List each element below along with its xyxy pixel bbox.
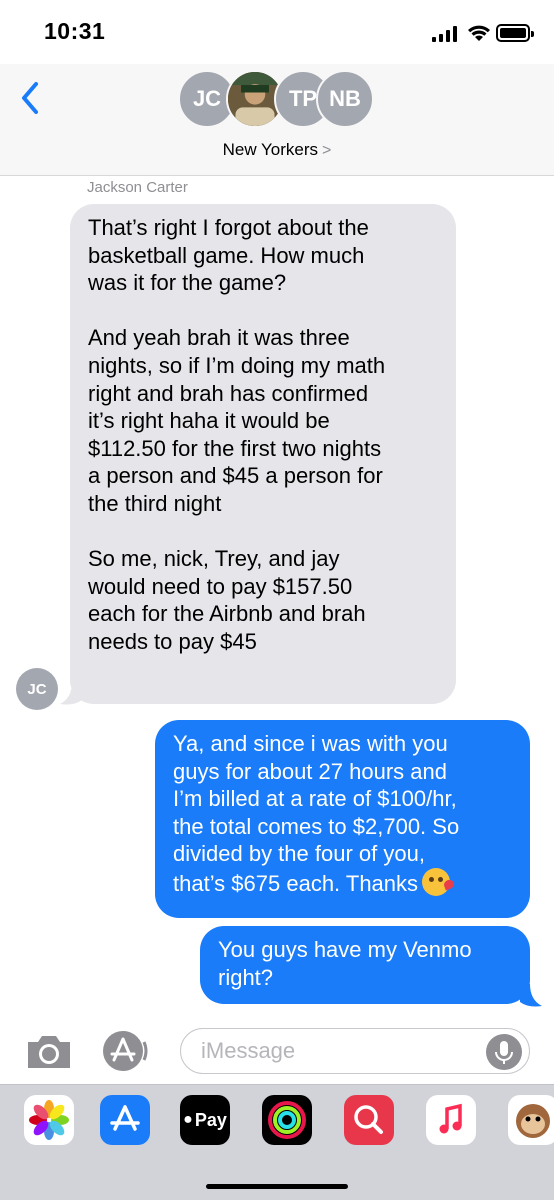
message-text: That’s right I forgot about the basketba… [88,215,386,654]
chevron-right-icon: > [322,142,332,159]
search-images-icon[interactable] [344,1095,394,1145]
conversation-header: JC TP NB New Yorkers > [0,64,554,176]
bubble-tail [60,682,82,705]
app-store-button-icon[interactable] [100,1028,150,1074]
incoming-message-bubble[interactable]: That’s right I forgot about the basketba… [70,204,456,704]
cellular-signal-icon [432,26,458,42]
bubble-tail [520,984,542,1007]
photos-icon[interactable] [24,1095,74,1145]
avatar: NB [316,70,374,128]
battery-icon [496,24,534,42]
sender-name: Jackson Carter [87,179,188,196]
animoji-monkey-icon[interactable] [508,1095,554,1145]
status-time: 10:31 [44,18,106,44]
home-indicator[interactable] [206,1184,348,1189]
outgoing-message-bubble[interactable]: Ya, and since i was with you guys for ab… [155,720,530,918]
group-name[interactable]: New Yorkers > [0,140,554,160]
music-icon[interactable] [426,1095,476,1145]
kissing-face-emoji-icon [422,867,451,896]
message-text: You guys have my Venmo right? [218,937,472,990]
app-store-icon[interactable] [100,1095,150,1145]
apple-pay-label: Pay [194,1109,227,1130]
sender-avatar[interactable]: JC [16,668,58,710]
back-chevron-icon[interactable] [16,78,46,118]
group-avatars[interactable]: JC TP NB [178,70,378,130]
microphone-icon[interactable] [486,1034,522,1070]
activity-icon[interactable] [262,1095,312,1145]
outgoing-message-bubble[interactable]: You guys have my Venmo right? [200,926,530,1004]
imessage-app-drawer: ● Pay [0,1084,554,1200]
wifi-icon [468,25,490,41]
status-bar: 10:31 [0,0,554,64]
compose-bar [0,1018,554,1084]
message-text: Ya, and since i was with you guys for ab… [173,731,460,896]
message-input[interactable] [180,1028,530,1074]
apple-pay-icon[interactable]: ● Pay [180,1095,230,1145]
group-name-label: New Yorkers [222,140,319,159]
camera-icon[interactable] [24,1032,74,1072]
